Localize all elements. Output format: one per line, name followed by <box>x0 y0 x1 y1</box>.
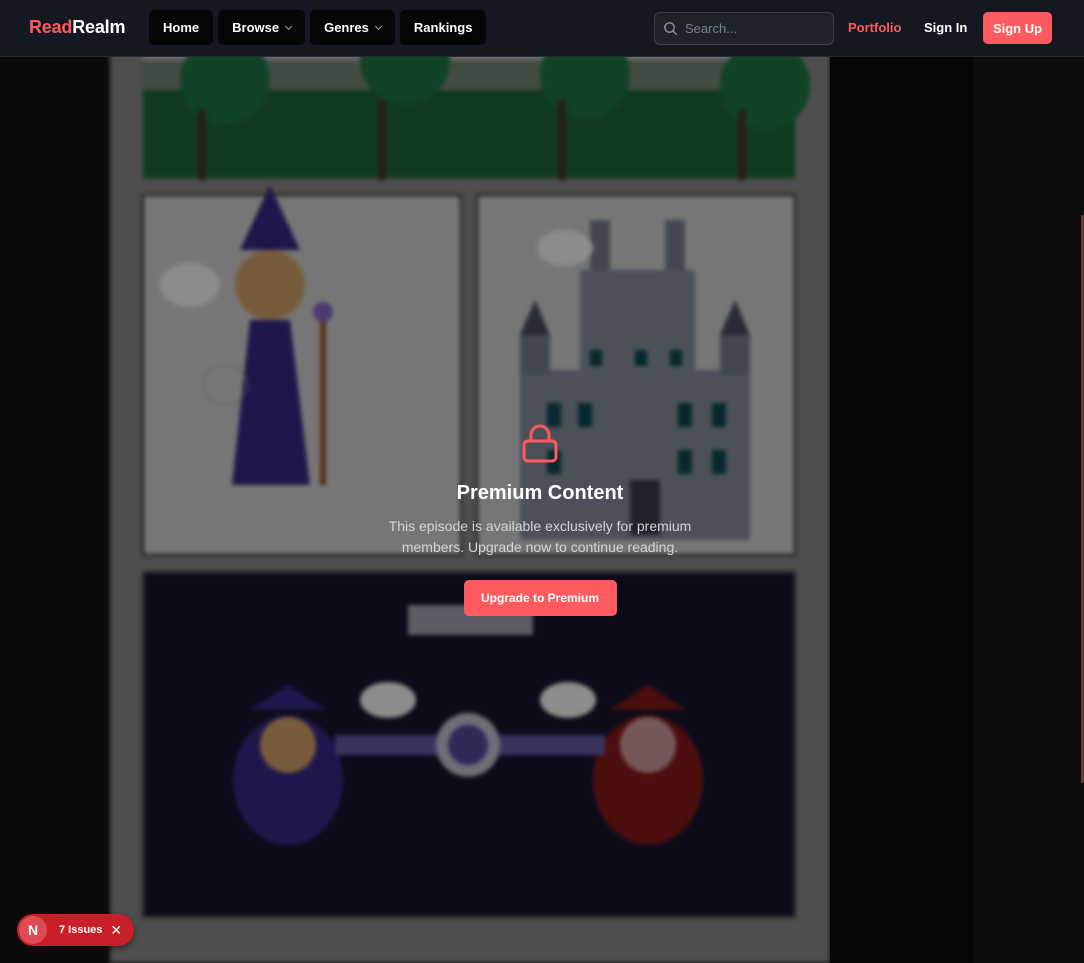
premium-message: This episode is available exclusively fo… <box>388 518 692 555</box>
chevron-down-icon <box>285 22 293 30</box>
premium-paywall: Premium Content This episode is availabl… <box>340 424 740 616</box>
search-input[interactable] <box>685 21 825 36</box>
search-icon <box>664 22 677 35</box>
nav-browse[interactable]: Browse <box>218 10 306 45</box>
sign-in-link[interactable]: Sign In <box>924 20 967 35</box>
brand-logo-part1: Read <box>29 17 73 37</box>
app-root: ReadRealm Home Browse Genres Rankings Se… <box>0 0 1084 963</box>
nav-home-label: Home <box>163 20 200 35</box>
nav-rankings-label: Rankings <box>413 20 473 35</box>
premium-title: Premium Content <box>456 482 624 504</box>
nav-rankings[interactable]: Rankings <box>399 10 487 45</box>
nav-genres[interactable]: Genres <box>310 10 395 45</box>
nav-genres-label: Genres <box>324 20 369 35</box>
brand-logo-part2: Realm <box>72 17 126 37</box>
close-icon[interactable]: ✕ <box>110 922 122 939</box>
issues-badge[interactable]: N 7 Issues ✕ <box>17 914 134 946</box>
portfolio-link[interactable]: Portfolio <box>848 20 901 35</box>
lock-icon <box>522 424 558 463</box>
brand-logo[interactable]: ReadRealm <box>29 17 125 38</box>
search-box[interactable] <box>654 12 834 45</box>
main-nav: Home Browse Genres Rankings <box>149 10 487 46</box>
top-navbar: ReadRealm Home Browse Genres Rankings Se… <box>0 0 1084 57</box>
n-logo-icon: N <box>19 916 47 944</box>
upgrade-button[interactable]: Upgrade to Premium <box>463 580 617 616</box>
issues-count: 7 Issues <box>59 924 103 936</box>
chevron-down-icon <box>374 22 382 30</box>
sign-up-button[interactable]: Sign Up <box>983 12 1052 44</box>
nav-browse-label: Browse <box>232 20 280 35</box>
nav-home[interactable]: Home <box>149 10 214 45</box>
